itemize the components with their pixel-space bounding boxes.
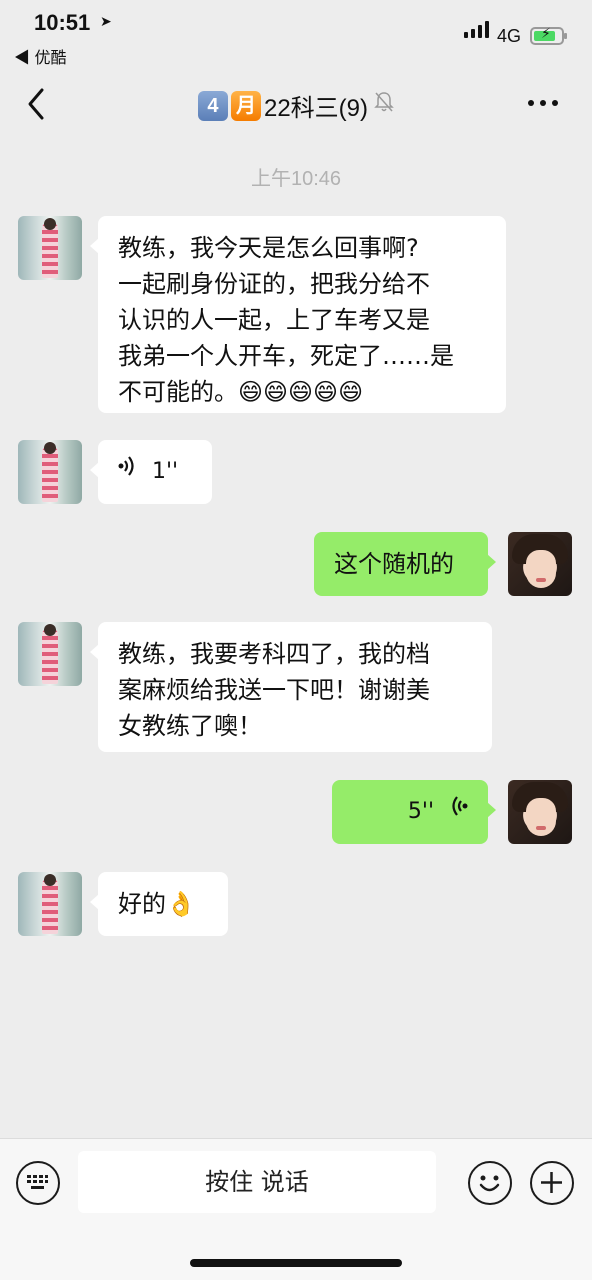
voice-duration: 5''	[407, 799, 434, 824]
keycap-four-emoji: 4	[197, 90, 228, 121]
chat-timestamp: 上午10:46	[250, 168, 342, 190]
more-dots-icon[interactable]	[528, 100, 558, 106]
status-time: 10:51	[34, 10, 91, 35]
message-text: 教练，我今天是怎么回事啊? 一起刷身份证的，把我分给不 认识的人一起，上了车考又…	[118, 234, 454, 406]
input-bar: 按住 说话	[0, 1138, 592, 1280]
avatar[interactable]	[18, 216, 82, 280]
message-bubble[interactable]: 这个随机的	[314, 532, 496, 596]
month-emoji: 月	[230, 90, 261, 121]
keyboard-icon[interactable]	[16, 1161, 60, 1205]
network-type: 4G	[497, 26, 522, 46]
location-arrow-icon: ➤	[100, 14, 112, 30]
avatar[interactable]	[18, 622, 82, 686]
message-text: 好的👌	[118, 890, 196, 918]
message-bubble[interactable]: 教练，我今天是怎么回事啊? 一起刷身份证的，把我分给不 认识的人一起，上了车考又…	[90, 216, 506, 413]
voice-wave-icon	[450, 794, 468, 830]
emoji-icon[interactable]	[468, 1161, 512, 1205]
message-bubble[interactable]: 教练，我要考科四了，我的档 案麻烦给我送一下吧！谢谢美 女教练了噢！	[90, 622, 492, 752]
status-bar: 10:51 ➤ ◀ 优酷 4G ⚡	[0, 0, 592, 70]
chat-title-text: 22科三(9)	[263, 95, 369, 122]
avatar[interactable]	[18, 440, 82, 504]
battery-icon: ⚡	[530, 26, 567, 45]
chat-title: 4 月 22科三(9)	[0, 88, 592, 123]
avatar[interactable]	[508, 780, 572, 844]
message-text: 这个随机的	[334, 550, 454, 578]
hold-to-talk-button[interactable]: 按住 说话	[78, 1151, 436, 1213]
plus-icon[interactable]	[530, 1161, 574, 1205]
message-bubble[interactable]: 好的👌	[90, 872, 228, 936]
message-text: 教练，我要考科四了，我的档 案麻烦给我送一下吧！谢谢美 女教练了噢！	[118, 640, 430, 740]
signal-icon	[464, 20, 489, 38]
bell-slash-icon	[374, 91, 394, 120]
back-to-app-link[interactable]: ◀ 优酷	[14, 44, 66, 68]
avatar[interactable]	[18, 872, 82, 936]
avatar[interactable]	[508, 532, 572, 596]
voice-message-bubble[interactable]: 1''	[90, 440, 212, 504]
voice-message-bubble[interactable]: 5''	[332, 780, 496, 844]
voice-duration: 1''	[152, 459, 179, 484]
home-indicator	[190, 1259, 402, 1267]
nav-bar: 4 月 22科三(9)	[0, 70, 592, 140]
voice-wave-icon	[118, 454, 136, 490]
